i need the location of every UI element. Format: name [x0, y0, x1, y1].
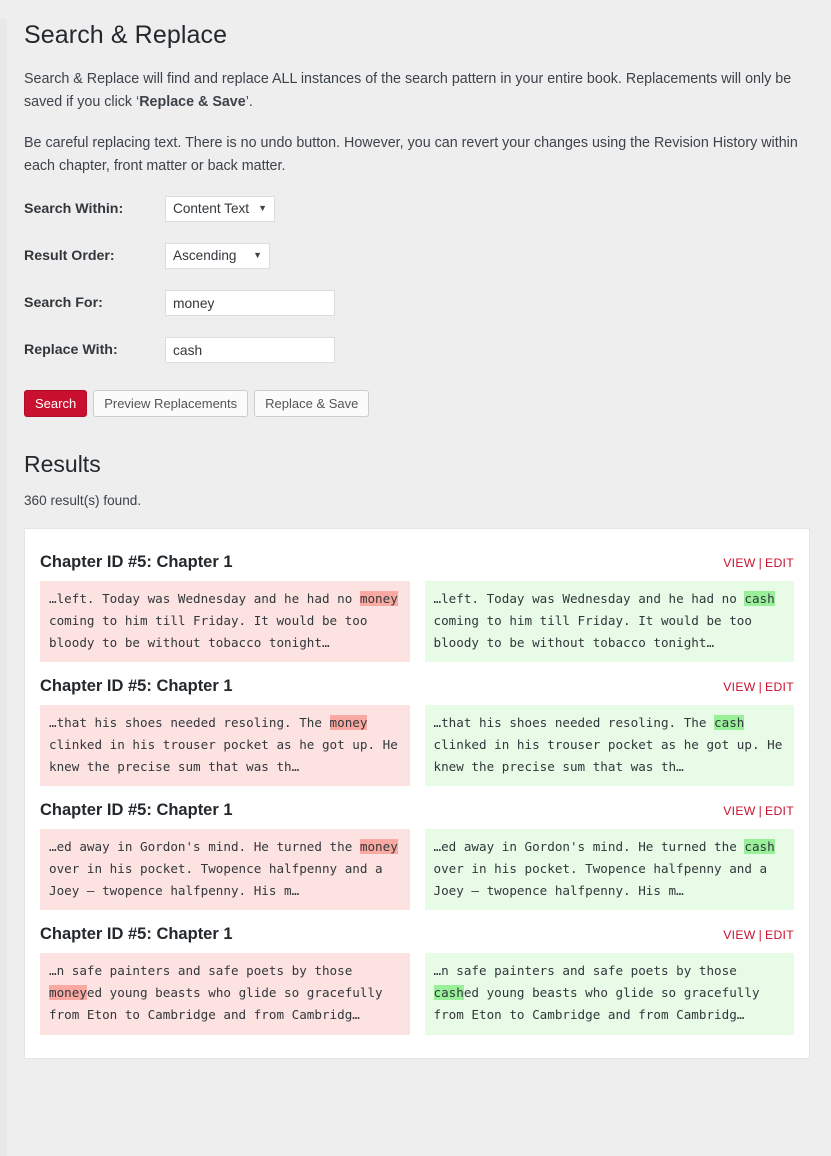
result-panes: …left. Today was Wednesday and he had no…	[40, 581, 794, 663]
search-within-label: Search Within:	[24, 201, 124, 218]
snippet-prefix: …that his shoes needed resoling. The	[49, 715, 330, 731]
result-chapter-title: Chapter ID #5: Chapter 1	[40, 553, 233, 572]
edit-link[interactable]: EDIT	[765, 680, 794, 694]
snippet-prefix: …left. Today was Wednesday and he had no	[433, 591, 745, 607]
snippet-suffix: over in his pocket. Twopence halfpenny a…	[49, 861, 383, 899]
snippet-before: …that his shoes needed resoling. The mon…	[40, 705, 410, 787]
action-separator: |	[758, 556, 763, 571]
edit-link[interactable]: EDIT	[765, 556, 794, 570]
snippet-suffix: coming to him till Friday. It would be t…	[433, 613, 752, 651]
results-heading: Results	[24, 451, 101, 478]
snippet-after: …n safe painters and safe poets by those…	[424, 953, 794, 1035]
preview-replacements-button[interactable]: Preview Replacements	[93, 390, 249, 418]
replace-with-input[interactable]	[165, 337, 335, 364]
snippet-highlight: money	[49, 985, 87, 1001]
results-count: 360 result(s) found.	[24, 493, 142, 509]
result-actions: VIEW | EDIT	[723, 804, 794, 820]
snippet-highlight: money	[329, 715, 368, 731]
results-container: Chapter ID #5: Chapter 1 VIEW | EDIT …left. …	[24, 528, 810, 1059]
search-for-input[interactable]	[165, 290, 335, 317]
intro-paragraph-2: Be careful replacing text. There is no u…	[24, 134, 798, 174]
replace-with-label: Replace With:	[24, 342, 118, 359]
snippet-prefix: …n safe painters and safe poets by those	[49, 963, 353, 979]
action-separator: |	[758, 804, 763, 819]
action-separator: |	[758, 928, 763, 943]
chevron-down-icon: ▼	[258, 202, 267, 213]
action-separator: |	[758, 680, 763, 695]
snippet-highlight: cash	[744, 839, 775, 855]
result-chapter-title: Chapter ID #5: Chapter 1	[40, 925, 233, 944]
snippet-highlight: cash	[714, 715, 745, 731]
intro-1-bold: Replace & Save	[139, 93, 246, 110]
snippet-suffix: over in his pocket. Twopence halfpenny a…	[433, 861, 768, 899]
result-chapter-title: Chapter ID #5: Chapter 1	[40, 677, 233, 696]
result-panes: …ed away in Gordon's mind. He turned the…	[40, 829, 794, 911]
view-link[interactable]: VIEW	[723, 680, 755, 694]
result-panes: …n safe painters and safe poets by those…	[40, 953, 794, 1035]
search-button[interactable]: Search	[24, 390, 88, 418]
search-for-label: Search For:	[24, 295, 103, 312]
result-order-label: Result Order:	[24, 248, 115, 265]
page-left-rail	[0, 19, 7, 1156]
view-link[interactable]: VIEW	[723, 928, 755, 942]
result-item: Chapter ID #5: Chapter 1 VIEW | EDIT …n safe…	[40, 915, 794, 1039]
page-title: Search & Replace	[24, 21, 228, 49]
snippet-suffix: coming to him till Friday. It would be t…	[49, 613, 368, 651]
snippet-highlight: cash	[744, 591, 775, 607]
intro-1-suffix: ’.	[245, 93, 253, 110]
intro-paragraph-1: Search & Replace will find and replace A…	[24, 68, 812, 114]
result-item: Chapter ID #5: Chapter 1 VIEW | EDIT …left. …	[40, 543, 794, 667]
result-header: Chapter ID #5: Chapter 1 VIEW | EDIT	[40, 925, 794, 944]
result-panes: …that his shoes needed resoling. The mon…	[40, 705, 794, 787]
result-actions: VIEW | EDIT	[723, 556, 794, 572]
search-within-select[interactable]: Content Text ▼	[165, 196, 275, 223]
snippet-prefix: …n safe painters and safe poets by those	[433, 963, 737, 979]
search-within-value: Content Text	[173, 201, 250, 217]
snippet-suffix: ed young beasts who glide so gracefully …	[433, 985, 760, 1023]
result-item: Chapter ID #5: Chapter 1 VIEW | EDIT …that h…	[40, 667, 794, 791]
snippet-before: …left. Today was Wednesday and he had no…	[40, 581, 410, 663]
view-link[interactable]: VIEW	[723, 556, 755, 570]
page-content: Search & Replace Search & Replace will f…	[7, 19, 831, 1059]
snippet-prefix: …ed away in Gordon's mind. He turned the	[433, 839, 745, 855]
snippet-before: …ed away in Gordon's mind. He turned the…	[40, 829, 410, 911]
result-order-value: Ascending	[173, 248, 237, 264]
snippet-prefix: …ed away in Gordon's mind. He turned the	[49, 839, 360, 855]
result-header: Chapter ID #5: Chapter 1 VIEW | EDIT	[40, 553, 794, 572]
edit-link[interactable]: EDIT	[765, 928, 794, 942]
field-search-within: Search Within: Content Text ▼	[24, 196, 812, 223]
snippet-suffix: clinked in his trouser pocket as he got …	[433, 737, 783, 775]
action-buttons: Search Preview Replacements Replace & Sa…	[24, 390, 812, 418]
chevron-down-icon: ▼	[253, 249, 262, 260]
snippet-highlight: money	[359, 591, 398, 607]
result-item: Chapter ID #5: Chapter 1 VIEW | EDIT …ed awa…	[40, 791, 794, 915]
view-link[interactable]: VIEW	[723, 804, 755, 818]
page-root: Search & Replace Search & Replace will f…	[0, 19, 831, 1156]
replace-and-save-button[interactable]: Replace & Save	[254, 390, 370, 418]
snippet-highlight: cash	[433, 985, 464, 1001]
snippet-after: …left. Today was Wednesday and he had no…	[424, 581, 794, 663]
field-result-order: Result Order: Ascending ▼	[24, 243, 812, 270]
snippet-after: …ed away in Gordon's mind. He turned the…	[424, 829, 794, 911]
snippet-before: …n safe painters and safe poets by those…	[40, 953, 410, 1035]
result-header: Chapter ID #5: Chapter 1 VIEW | EDIT	[40, 677, 794, 696]
snippet-suffix: clinked in his trouser pocket as he got …	[49, 737, 398, 775]
result-chapter-title: Chapter ID #5: Chapter 1	[40, 801, 233, 820]
result-order-select[interactable]: Ascending ▼	[165, 243, 270, 270]
snippet-prefix: …that his shoes needed resoling. The	[433, 715, 715, 731]
snippet-after: …that his shoes needed resoling. The cas…	[424, 705, 794, 787]
snippet-highlight: money	[359, 839, 398, 855]
field-search-for: Search For:	[24, 290, 812, 317]
result-header: Chapter ID #5: Chapter 1 VIEW | EDIT	[40, 801, 794, 820]
snippet-suffix: ed young beasts who glide so gracefully …	[49, 985, 383, 1023]
snippet-prefix: …left. Today was Wednesday and he had no	[49, 591, 360, 607]
edit-link[interactable]: EDIT	[765, 804, 794, 818]
result-actions: VIEW | EDIT	[723, 928, 794, 944]
result-actions: VIEW | EDIT	[723, 680, 794, 696]
field-replace-with: Replace With:	[24, 337, 812, 364]
